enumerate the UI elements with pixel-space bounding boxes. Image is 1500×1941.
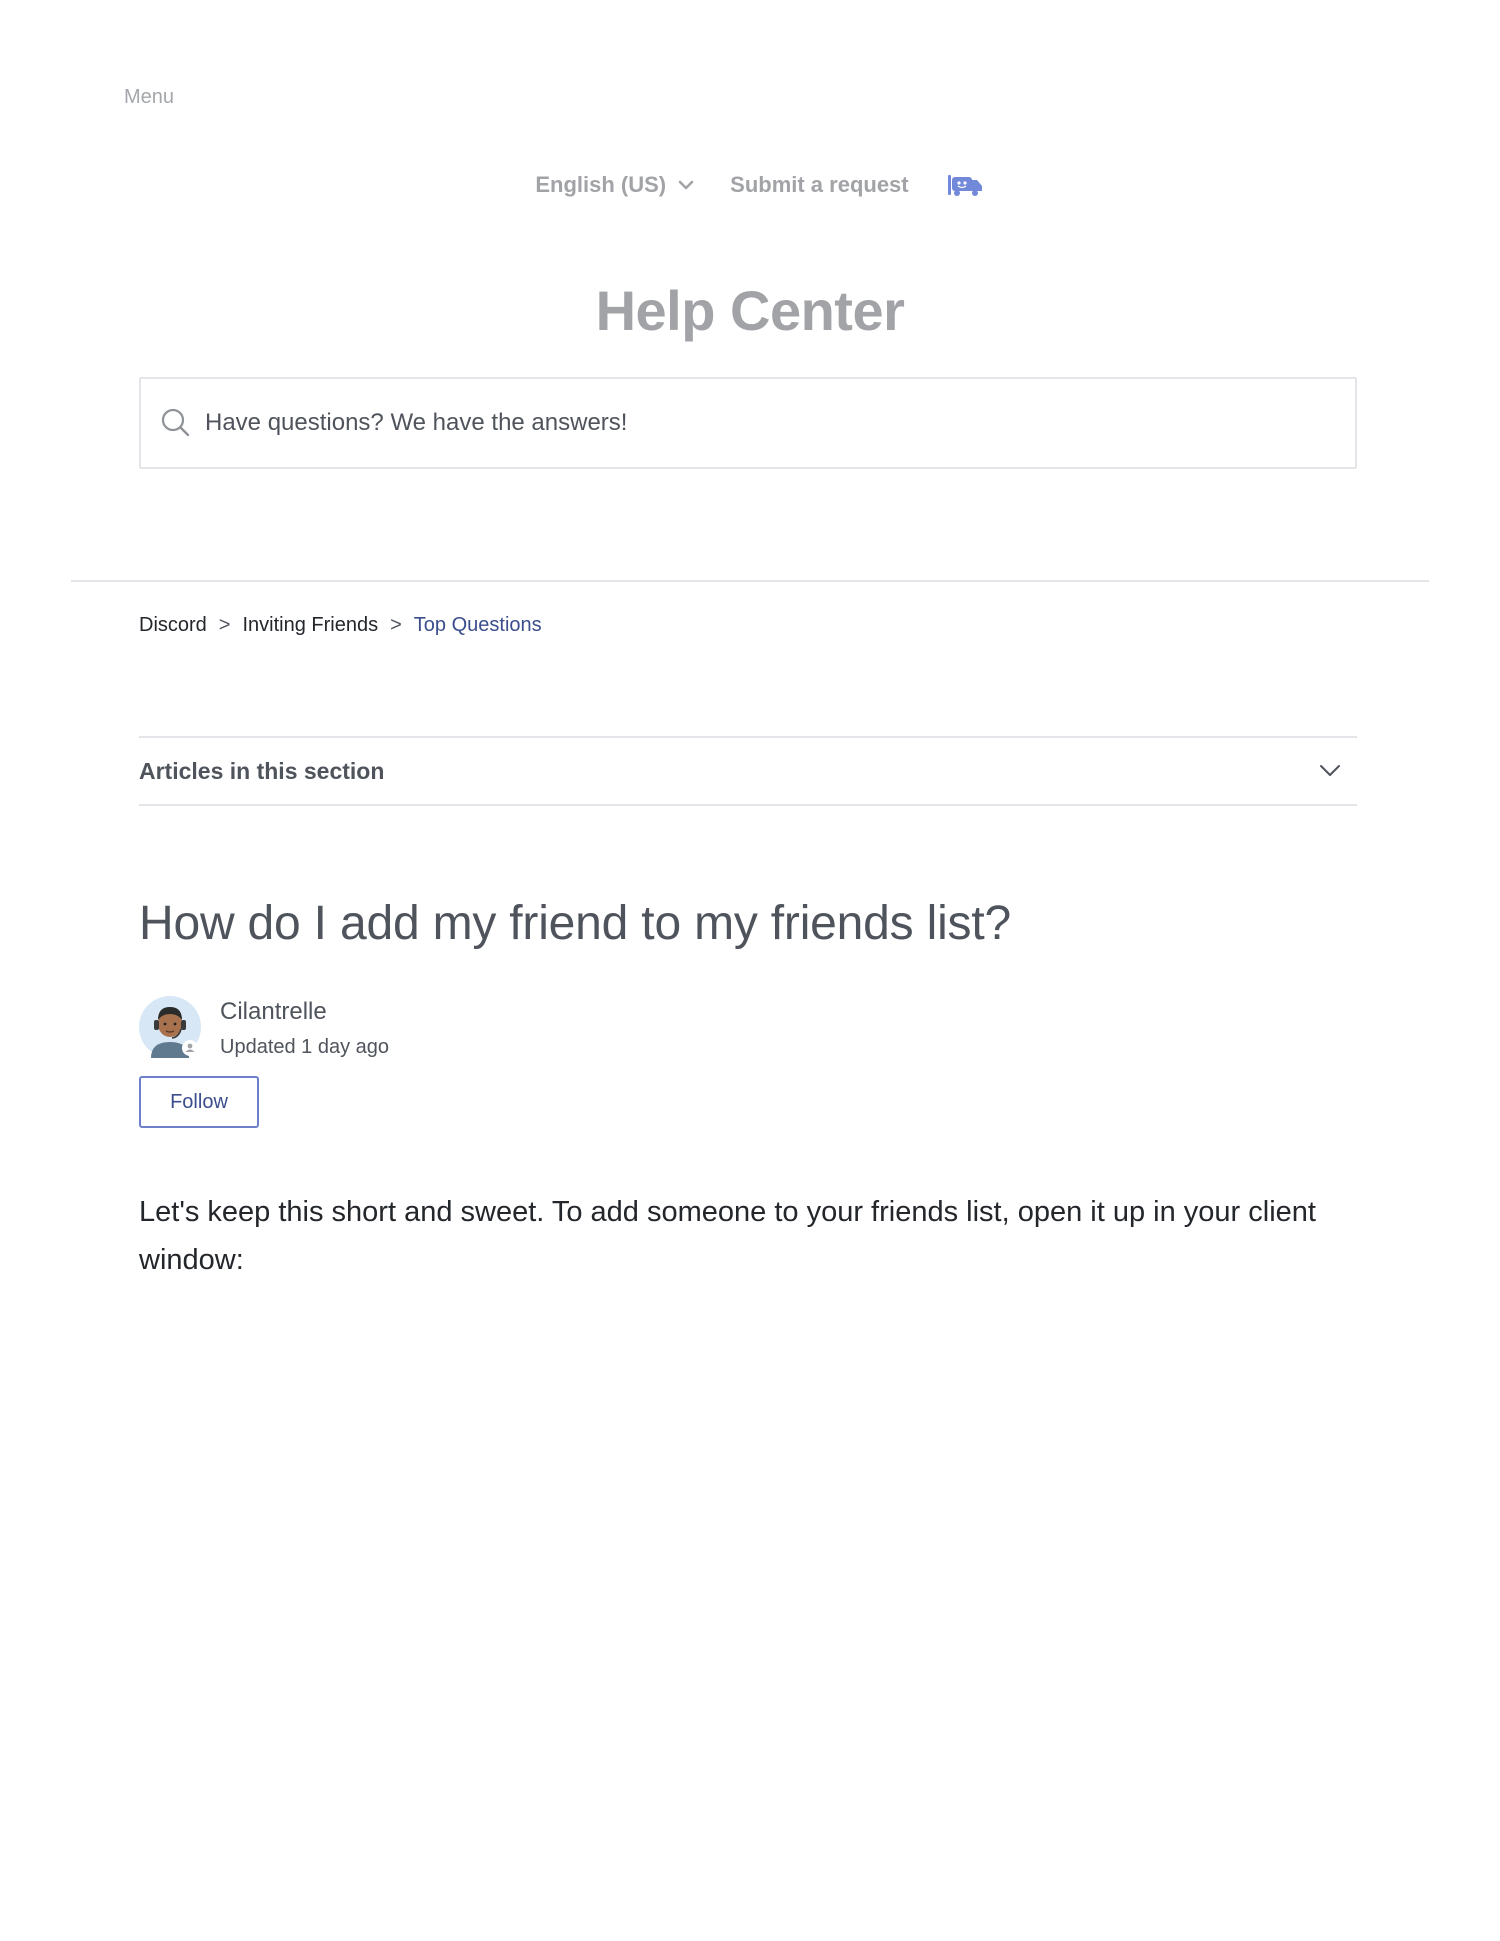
menu-link[interactable]: Menu <box>124 86 174 109</box>
search-icon <box>161 408 191 438</box>
articles-in-section-label: Articles in this section <box>139 757 385 784</box>
discord-logo-icon[interactable] <box>947 172 983 198</box>
article-author: Cilantrelle Updated 1 day ago <box>139 996 389 1059</box>
breadcrumb: Discord > Inviting Friends > Top Questio… <box>139 614 542 637</box>
header-divider <box>71 580 1429 582</box>
breadcrumb-top-questions[interactable]: Top Questions <box>414 614 542 637</box>
language-selector[interactable]: English (US) <box>535 172 694 198</box>
author-name[interactable]: Cilantrelle <box>220 998 389 1026</box>
search-input[interactable] <box>203 408 1307 438</box>
breadcrumb-inviting-friends[interactable]: Inviting Friends <box>242 614 378 637</box>
avatar[interactable] <box>139 996 201 1058</box>
follow-button[interactable]: Follow <box>139 1076 259 1128</box>
search-box[interactable] <box>139 377 1357 469</box>
help-center-title: Help Center <box>595 279 905 342</box>
breadcrumb-separator: > <box>218 614 231 636</box>
chevron-down-icon <box>678 180 694 190</box>
chevron-down-icon <box>1319 764 1341 778</box>
articles-in-section-toggle[interactable]: Articles in this section <box>139 736 1357 806</box>
breadcrumb-discord[interactable]: Discord <box>139 614 207 637</box>
updated-timestamp: Updated 1 day ago <box>220 1036 390 1058</box>
breadcrumb-separator: > <box>390 614 402 636</box>
article-title: How do I add my friend to my friends lis… <box>139 897 1011 950</box>
article-body: Let's keep this short and sweet. To add … <box>139 1196 1316 1276</box>
top-nav: English (US) Submit a request <box>0 172 1500 198</box>
author-meta: Cilantrelle Updated 1 day ago <box>220 996 389 1059</box>
submit-request-link[interactable]: Submit a request <box>730 172 908 198</box>
language-label: English (US) <box>535 172 667 197</box>
